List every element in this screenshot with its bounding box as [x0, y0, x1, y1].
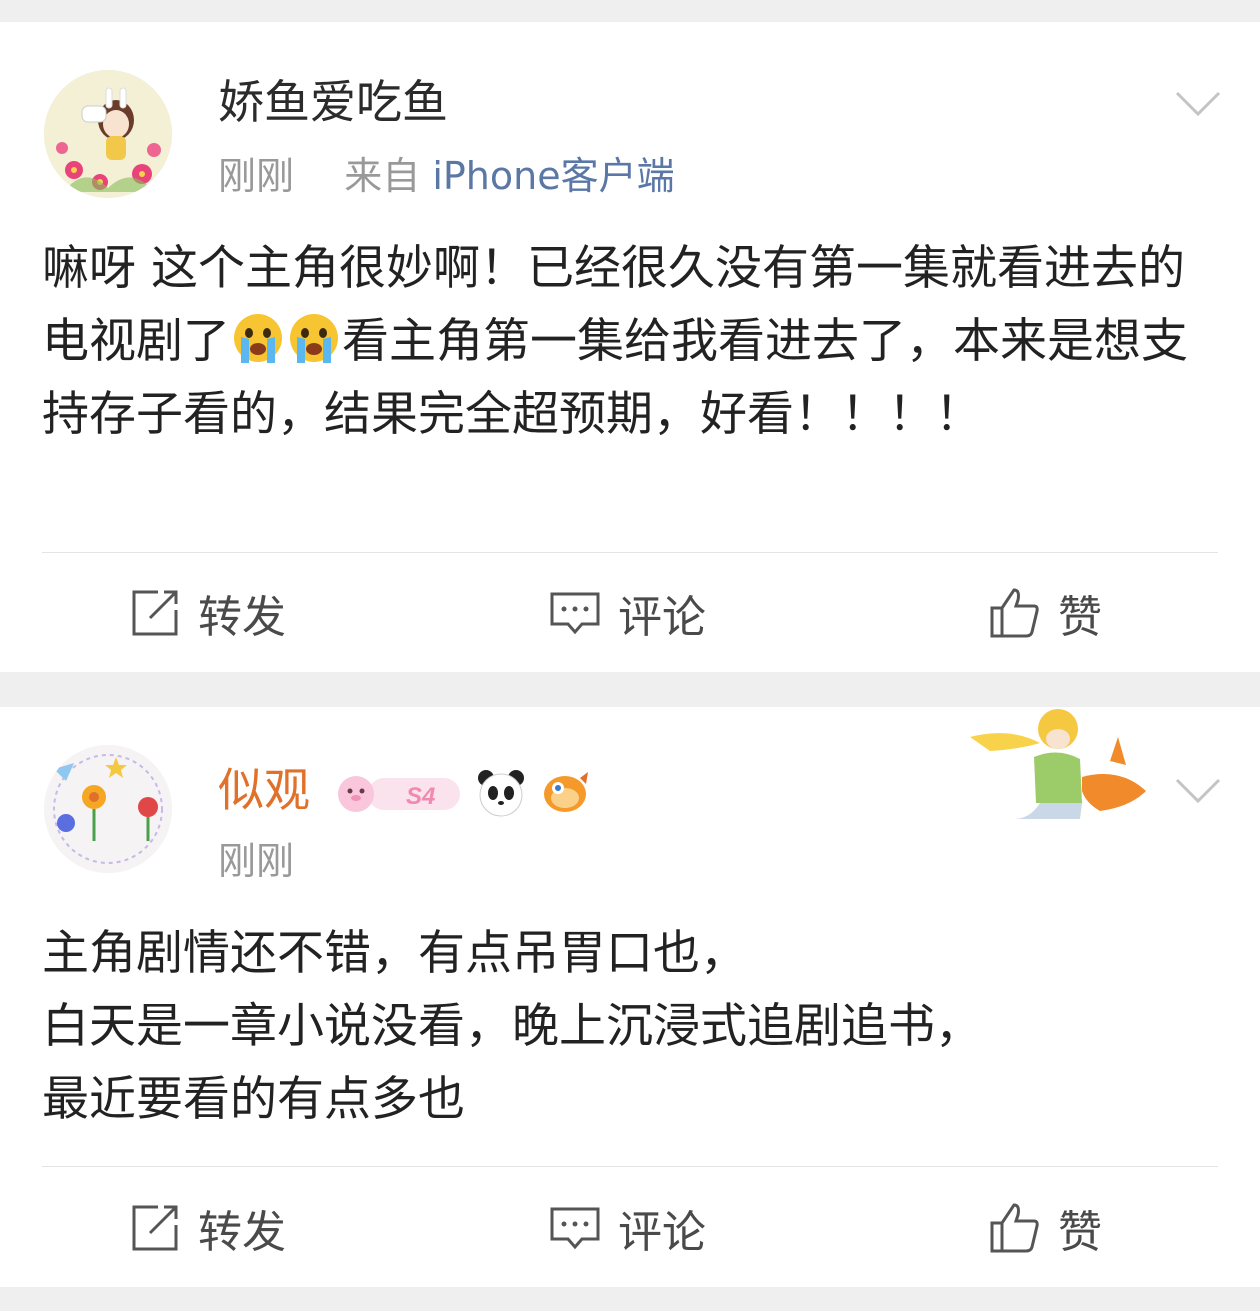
- crying-face-emoji-icon: [290, 314, 338, 363]
- chevron-down-icon[interactable]: [1174, 88, 1222, 118]
- post-meta: 刚刚 来自 iPhone客户端: [218, 152, 675, 200]
- post-text: 嘛呀 这个主角很妙啊！已经很久没有第一集就看进去的电视剧了 看主角第一集给我看进去…: [42, 232, 1202, 451]
- repost-label: 转发: [198, 592, 286, 643]
- repost-icon: [132, 1205, 178, 1251]
- chevron-down-icon[interactable]: [1174, 775, 1222, 805]
- post-time: 刚刚: [218, 839, 295, 883]
- repost-button[interactable]: 转发: [128, 568, 286, 658]
- repost-icon: [132, 590, 178, 636]
- username[interactable]: 似观: [218, 762, 310, 818]
- source-prefix: 来自: [344, 154, 421, 198]
- little-prince-decoration-icon: [970, 709, 1146, 819]
- post-time: 刚刚: [218, 154, 295, 198]
- like-button[interactable]: 赞: [988, 1183, 1102, 1273]
- action-bar: 转发 评论 赞: [0, 568, 1260, 658]
- comment-button[interactable]: 评论: [548, 1183, 706, 1273]
- thumbs-up-icon: [990, 588, 1039, 638]
- username[interactable]: 娇鱼爱吃鱼: [218, 74, 448, 130]
- post-card: 似观 S4 刚刚 主角剧情还不错，有点吊胃口也， 白天是一章小说没看，晚上沉浸式…: [0, 707, 1260, 1287]
- repost-button[interactable]: 转发: [128, 1183, 286, 1273]
- like-label: 赞: [1058, 592, 1102, 643]
- post-text-line: 白天是一章小说没看，晚上沉浸式追剧追书，: [42, 999, 982, 1054]
- like-label: 赞: [1058, 1207, 1102, 1258]
- avatar[interactable]: [44, 70, 172, 198]
- repost-label: 转发: [198, 1207, 286, 1258]
- post-meta: 刚刚: [218, 837, 294, 885]
- divider: [42, 1166, 1218, 1167]
- comment-label: 评论: [618, 592, 706, 643]
- level-badge-text: S4: [406, 783, 435, 810]
- action-bar: 转发 评论 赞: [0, 1183, 1260, 1273]
- avatar[interactable]: [44, 745, 172, 873]
- panda-emoji-icon: [478, 770, 524, 817]
- comment-label: 评论: [618, 1207, 706, 1258]
- comment-icon: [550, 1207, 600, 1250]
- post-card: 娇鱼爱吃鱼 刚刚 来自 iPhone客户端 嘛呀 这个主角很妙啊！已经很久没有第…: [0, 22, 1260, 672]
- post-source[interactable]: iPhone客户端: [432, 154, 674, 198]
- post-text-line: 主角剧情还不错，有点吊胃口也，: [42, 926, 747, 981]
- crying-face-emoji-icon: [234, 314, 282, 363]
- level-badge-icon[interactable]: S4: [334, 770, 462, 816]
- divider: [42, 552, 1218, 553]
- thumbs-up-icon: [990, 1203, 1039, 1253]
- comment-button[interactable]: 评论: [548, 568, 706, 658]
- post-text-line: 最近要看的有点多也: [42, 1072, 465, 1127]
- like-button[interactable]: 赞: [988, 568, 1102, 658]
- post-text: 主角剧情还不错，有点吊胃口也， 白天是一章小说没看，晚上沉浸式追剧追书， 最近要…: [42, 917, 1202, 1136]
- badge-row: S4: [334, 765, 590, 821]
- comment-icon: [550, 592, 600, 635]
- fish-emoji-icon: [544, 772, 588, 812]
